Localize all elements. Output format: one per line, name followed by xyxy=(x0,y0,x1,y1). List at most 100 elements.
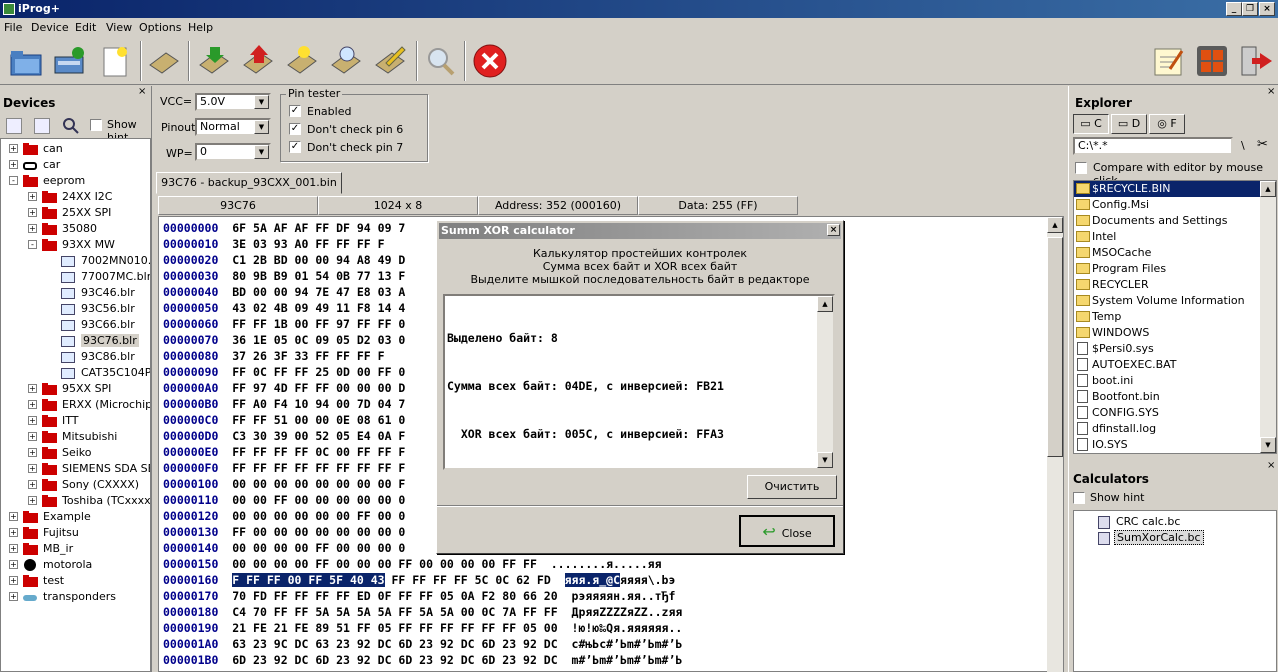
explorer-item[interactable]: Temp xyxy=(1074,309,1260,325)
hex-row[interactable]: 000000F0 FF FF FF FF FF FF FF FF F xyxy=(163,460,405,476)
result-scrollbar[interactable]: ▲ ▼ xyxy=(817,296,833,468)
tree-item[interactable]: ERXX (Microchip) xyxy=(42,397,150,413)
hex-row[interactable]: 00000050 43 02 4B 09 49 11 F8 14 4 xyxy=(163,300,405,316)
expand-icon[interactable]: + xyxy=(28,448,37,457)
tree-item[interactable]: 95XX SPI xyxy=(42,381,111,397)
expand-icon[interactable]: + xyxy=(28,192,37,201)
wp-select[interactable]: 0 ▼ xyxy=(195,143,271,161)
write-chip-icon[interactable] xyxy=(240,43,276,79)
hex-row[interactable]: 00000140 00 00 00 00 FF 00 00 00 0 xyxy=(163,540,405,556)
collapse-icon[interactable]: - xyxy=(9,176,18,185)
collapse-icon[interactable]: - xyxy=(28,240,37,249)
tools-icon[interactable]: ✂ xyxy=(1257,137,1268,152)
calc-show-hint-checkbox[interactable] xyxy=(1073,492,1085,504)
menu-device[interactable]: Device xyxy=(31,21,69,34)
result-box[interactable]: Выделено байт: 8 Сумма всех байт: 04DE, … xyxy=(443,294,835,470)
drive-d-button[interactable]: ▭ D xyxy=(1111,114,1147,134)
vcc-select[interactable]: 5.0V ▼ xyxy=(195,93,271,111)
compare-checkbox[interactable] xyxy=(1075,162,1087,174)
hex-row[interactable]: 00000030 80 9B B9 01 54 0B 77 13 F xyxy=(163,268,405,284)
tree-item[interactable]: eeprom xyxy=(23,173,85,189)
hex-row[interactable]: 00000180 C4 70 FF FF 5A 5A 5A 5A FF 5A 5… xyxy=(163,604,682,620)
expand-icon[interactable]: + xyxy=(28,480,37,489)
hex-row[interactable]: 00000020 C1 2B BD 00 00 94 A8 49 D xyxy=(163,252,405,268)
tree-item[interactable]: Example xyxy=(23,509,91,525)
menu-file[interactable]: File xyxy=(4,21,22,34)
hex-row[interactable]: 00000080 37 26 3F 33 FF FF FF F xyxy=(163,348,385,364)
expand-icon[interactable]: + xyxy=(9,576,18,585)
clear-button[interactable]: Очистить xyxy=(747,475,837,499)
minimize-button[interactable]: _ xyxy=(1226,2,1242,16)
scroll-up-icon[interactable]: ▲ xyxy=(1260,181,1276,197)
tree-item[interactable]: test xyxy=(23,573,64,589)
explorer-item[interactable]: WINDOWS xyxy=(1074,325,1260,341)
hex-row[interactable]: 00000010 3E 03 93 A0 FF FF FF F xyxy=(163,236,385,252)
hex-row[interactable]: 000000C0 FF FF 51 00 00 0E 08 61 0 xyxy=(163,412,405,428)
explorer-item[interactable]: boot.ini xyxy=(1074,373,1260,389)
explorer-item[interactable]: Bootfont.bin xyxy=(1074,389,1260,405)
devices-show-hint-checkbox[interactable] xyxy=(90,119,102,131)
tree-item[interactable]: Mitsubishi xyxy=(42,429,117,445)
expand-icon[interactable]: + xyxy=(28,224,37,233)
maximize-button[interactable]: ❐ xyxy=(1242,2,1258,16)
explorer-item[interactable]: $Persi0.sys xyxy=(1074,341,1260,357)
expand-icon[interactable]: + xyxy=(9,160,18,169)
explorer-item[interactable]: IO.SYS xyxy=(1074,437,1260,453)
explorer-item[interactable]: dfinstall.log xyxy=(1074,421,1260,437)
tree-item[interactable]: 93C66.blr xyxy=(61,317,135,333)
scroll-down-icon[interactable]: ▼ xyxy=(1260,437,1276,453)
hex-row[interactable]: 00000170 70 FD FF FF FF FF ED 0F FF FF 0… xyxy=(163,588,682,604)
pinout-select[interactable]: Normal ▼ xyxy=(195,118,271,136)
tree-item[interactable]: Toshiba (TCxxxx) xyxy=(42,493,150,509)
tree-item[interactable]: 77007MC.blr xyxy=(61,269,150,285)
expand-icon[interactable]: + xyxy=(9,544,18,553)
tree-item[interactable]: 35080 xyxy=(42,221,97,237)
hex-row[interactable]: 000000B0 FF A0 F4 10 94 00 7D 04 7 xyxy=(163,396,405,412)
tree-item[interactable]: Sony (CXXXX) xyxy=(42,477,139,493)
close-window-button[interactable]: × xyxy=(1259,2,1275,16)
hex-row[interactable]: 00000070 36 1E 05 0C 09 05 D2 03 0 xyxy=(163,332,405,348)
expand-icon[interactable]: + xyxy=(28,384,37,393)
expand-icon[interactable]: + xyxy=(28,464,37,473)
tree-item[interactable]: Fujitsu xyxy=(23,525,79,541)
hex-row[interactable]: 00000040 BD 00 00 94 7E 47 E8 03 A xyxy=(163,284,405,300)
tab-file[interactable]: 93C76 - backup_93CXX_001.bin xyxy=(156,172,342,194)
expand-icon[interactable]: + xyxy=(9,528,18,537)
explorer-item[interactable]: System Volume Information xyxy=(1074,293,1260,309)
expand-icon[interactable]: + xyxy=(9,592,18,601)
calc-item[interactable]: CRC calc.bc xyxy=(1116,515,1180,528)
pin6-checkbox[interactable]: ✓ xyxy=(289,123,301,135)
read-chip-icon[interactable] xyxy=(196,43,232,79)
hex-row[interactable]: 00000000 6F 5A AF AF FF DF 94 09 7 xyxy=(163,220,405,236)
tree-item[interactable]: 93C86.blr xyxy=(61,349,135,365)
tree-item[interactable]: 24XX I2C xyxy=(42,189,113,205)
edit-chip-icon[interactable] xyxy=(372,43,408,79)
tree-item[interactable]: Seiko xyxy=(42,445,92,461)
calculator-icon[interactable] xyxy=(1194,43,1230,79)
tree-item[interactable]: CAT35C104P xyxy=(61,365,150,381)
explorer-item[interactable]: MSOCache xyxy=(1074,245,1260,261)
hex-row[interactable]: 00000160 F FF FF 00 FF 5F 40 43 FF FF FF… xyxy=(163,572,675,588)
expand-icon[interactable]: + xyxy=(28,432,37,441)
close-panel-icon[interactable]: × xyxy=(138,86,146,97)
close-panel-icon[interactable]: × xyxy=(1267,86,1275,97)
explorer-item[interactable]: Documents and Settings xyxy=(1074,213,1260,229)
tree-item[interactable]: SIEMENS SDA SE xyxy=(42,461,150,477)
tree-item[interactable]: can xyxy=(23,141,63,157)
expand-icon[interactable]: + xyxy=(9,512,18,521)
explorer-scrollbar[interactable]: ▲ ▼ xyxy=(1260,181,1276,453)
hex-selection[interactable]: F FF FF 00 FF 5F 40 43 xyxy=(232,573,385,587)
scroll-thumb[interactable] xyxy=(1047,237,1063,457)
hex-row[interactable]: 00000100 00 00 00 00 00 00 00 00 F xyxy=(163,476,405,492)
new-file-icon[interactable] xyxy=(97,43,133,79)
hex-row[interactable]: 00000060 FF FF 1B 00 FF 97 FF FF 0 xyxy=(163,316,405,332)
tree-item[interactable]: car xyxy=(23,157,60,173)
search-icon[interactable] xyxy=(422,43,458,79)
save-device-icon[interactable] xyxy=(52,43,88,79)
exit-icon[interactable] xyxy=(1238,43,1274,79)
pin7-checkbox[interactable]: ✓ xyxy=(289,141,301,153)
path-input[interactable]: C:\*.* xyxy=(1073,137,1233,155)
ascii-selection[interactable]: яяя.я_@C xyxy=(564,573,620,587)
hex-row[interactable]: 00000130 FF 00 00 00 00 00 00 00 0 xyxy=(163,524,405,540)
enabled-checkbox[interactable]: ✓ xyxy=(289,105,301,117)
